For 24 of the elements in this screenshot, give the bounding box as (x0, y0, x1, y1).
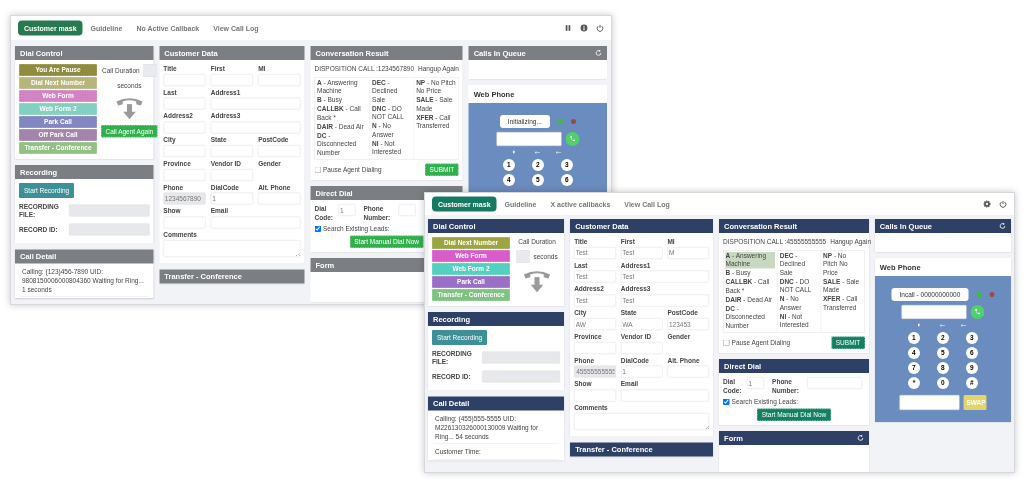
settings-icon[interactable] (983, 200, 991, 208)
number-field[interactable] (901, 304, 967, 319)
call-button[interactable] (565, 131, 580, 146)
input-field[interactable] (899, 394, 960, 410)
input-field[interactable] (482, 370, 561, 383)
input-field[interactable] (69, 223, 150, 236)
comments-field[interactable] (574, 413, 710, 431)
checkbox[interactable] (723, 398, 730, 406)
status-dot-icon (557, 118, 563, 124)
checkbox[interactable] (314, 166, 322, 173)
input-field[interactable] (69, 204, 150, 217)
checkbox[interactable] (314, 225, 322, 233)
help-icon[interactable] (580, 24, 588, 32)
pause-icon[interactable] (564, 24, 572, 32)
duration-field (143, 64, 157, 77)
input-field[interactable] (482, 351, 561, 364)
status-dot-icon (570, 118, 576, 124)
comments-field[interactable] (163, 240, 301, 258)
status-dot-icon (976, 291, 982, 297)
call-button[interactable] (970, 304, 985, 319)
status-dot-icon (989, 291, 995, 297)
duration-field (516, 249, 530, 263)
checkbox[interactable] (723, 339, 730, 346)
number-field[interactable] (496, 131, 562, 146)
